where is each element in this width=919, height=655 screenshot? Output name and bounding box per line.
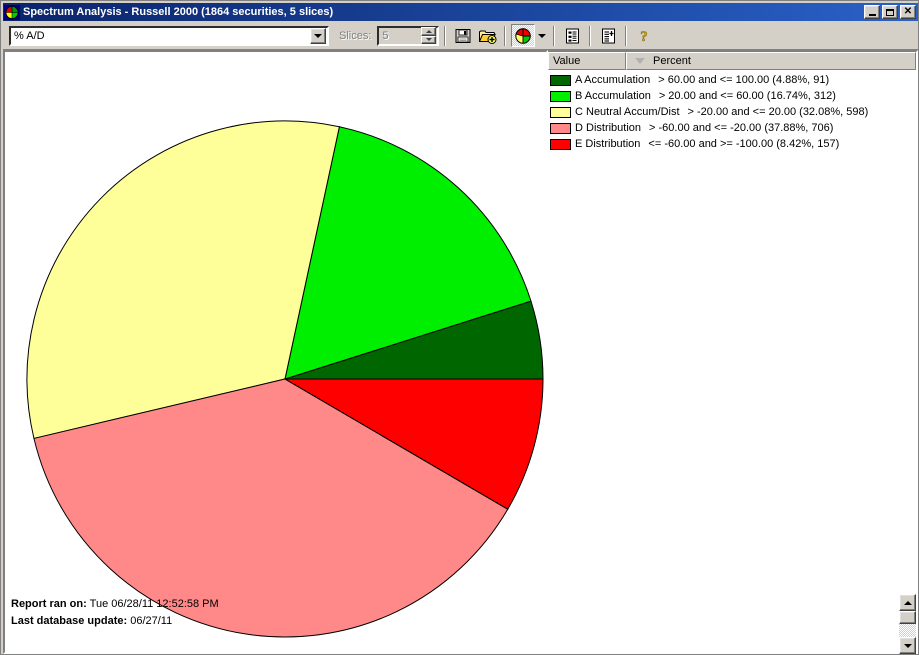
slices-label: Slices: <box>339 29 372 42</box>
legend-color-swatch <box>550 90 571 102</box>
last-update-label: Last database update: <box>11 615 128 627</box>
chevron-down-icon[interactable] <box>310 27 326 44</box>
slices-decrement-button[interactable] <box>421 35 437 44</box>
open-button[interactable] <box>475 24 499 47</box>
indicator-select[interactable]: % A/D <box>9 25 329 46</box>
legend-row-name: D Distribution <box>575 122 642 134</box>
maximize-icon <box>883 6 897 18</box>
svg-text:?: ? <box>641 29 649 45</box>
detail-report-button[interactable] <box>596 24 620 47</box>
legend-row[interactable]: C Neutral Accum/Dist > -20.00 and <= 20.0… <box>548 104 916 120</box>
legend-row-name: A Accumulation <box>575 74 651 86</box>
legend-row-name: E Distribution <box>575 138 641 150</box>
question-mark-icon: ? <box>640 28 649 45</box>
help-button[interactable]: ? <box>632 24 656 47</box>
legend-color-swatch <box>550 122 571 134</box>
legend-column-value-label: Value <box>553 55 581 67</box>
scrollbar-track[interactable] <box>899 624 916 637</box>
legend-row-range: > -20.00 and <= 20.00 (32.08%, 598) <box>687 106 869 118</box>
window-title: Spectrum Analysis - Russell 2000 (1864 s… <box>23 6 334 18</box>
content-area: Report ran on: Tue 06/28/11 12:52:58 PM … <box>3 50 918 654</box>
floppy-disk-icon <box>455 28 471 43</box>
legend-column-percent-label: Percent <box>653 55 691 67</box>
legend-row[interactable]: B Accumulation > 20.00 and <= 60.00 (16.7… <box>548 88 916 104</box>
chart-pane[interactable]: Report ran on: Tue 06/28/11 12:52:58 PM … <box>3 50 548 654</box>
report-ran-line: Report ran on: Tue 06/28/11 12:52:58 PM <box>11 596 219 613</box>
pie-chart-dropdown[interactable] <box>535 24 548 47</box>
minimize-icon <box>865 6 879 18</box>
legend-rows: A Accumulation > 60.00 and <= 100.00 (4.8… <box>548 70 916 152</box>
last-update-line: Last database update: 06/27/11 <box>11 613 219 630</box>
app-pie-chart-icon <box>4 4 20 20</box>
legend-row[interactable]: D Distribution > -60.00 and <= -20.00 (37… <box>548 120 916 136</box>
legend-color-swatch <box>550 138 571 150</box>
legend-row-name: C Neutral Accum/Dist <box>575 106 680 118</box>
legend-color-swatch <box>550 106 571 118</box>
toolbar-separator-4 <box>589 25 592 46</box>
save-button[interactable] <box>451 24 475 47</box>
pie-chart-icon <box>515 27 532 44</box>
chart-canvas <box>5 52 546 652</box>
indicator-select-value: % A/D <box>14 29 45 42</box>
toolbar-separator-5 <box>625 25 628 46</box>
legend-column-percent[interactable]: Percent <box>626 52 916 70</box>
legend-row-range: > 60.00 and <= 100.00 (4.88%, 91) <box>658 74 830 86</box>
spectrum-analysis-window: Spectrum Analysis - Russell 2000 (1864 s… <box>0 0 919 655</box>
report-ran-label: Report ran on: <box>11 598 87 610</box>
legend-pane: Value Percent A Accumulation > 60.00 and … <box>548 50 918 654</box>
toolbar-separator-2 <box>504 25 507 46</box>
toolbar: % A/D Slices: 5 ? <box>3 22 918 50</box>
scrollbar-thumb[interactable] <box>899 611 916 624</box>
slices-stepper[interactable]: 5 <box>377 25 440 46</box>
vertical-scrollbar[interactable] <box>899 594 916 654</box>
detail-report-icon <box>601 28 615 43</box>
close-button[interactable]: ✕ <box>900 5 916 19</box>
legend-row[interactable]: A Accumulation > 60.00 and <= 100.00 (4.8… <box>548 72 916 88</box>
minimize-button[interactable] <box>864 5 880 19</box>
sort-descending-icon <box>635 58 645 64</box>
scroll-up-button[interactable] <box>899 594 916 611</box>
slices-value: 5 <box>382 29 389 42</box>
window-controls: ✕ <box>864 5 916 19</box>
report-ran-value: Tue 06/28/11 12:52:58 PM <box>89 598 219 610</box>
report-footer: Report ran on: Tue 06/28/11 12:52:58 PM … <box>11 596 219 630</box>
legend-row-range: > -60.00 and <= -20.00 (37.88%, 706) <box>649 122 834 134</box>
slices-stepper-buttons[interactable] <box>421 27 437 44</box>
legend-header: Value Percent <box>548 52 916 70</box>
legend-row[interactable]: E Distribution <= -60.00 and >= -100.00 (… <box>548 136 916 152</box>
pie-chart <box>26 120 544 638</box>
scroll-down-button[interactable] <box>899 637 916 654</box>
list-view-button[interactable] <box>560 24 584 47</box>
list-report-icon <box>565 28 579 43</box>
pie-chart-view-button[interactable] <box>511 24 536 47</box>
close-icon: ✕ <box>903 6 913 17</box>
legend-column-value[interactable]: Value <box>548 52 626 70</box>
last-update-value: 06/27/11 <box>130 615 173 627</box>
toolbar-separator <box>444 25 447 46</box>
legend-row-range: > 20.00 and <= 60.00 (16.74%, 312) <box>658 90 836 102</box>
legend-color-swatch <box>550 74 571 86</box>
toolbar-separator-3 <box>553 25 556 46</box>
legend-row-name: B Accumulation <box>575 90 651 102</box>
title-bar: Spectrum Analysis - Russell 2000 (1864 s… <box>3 3 918 21</box>
maximize-button[interactable] <box>882 5 898 19</box>
legend-row-range: <= -60.00 and >= -100.00 (8.42%, 157) <box>648 138 840 150</box>
open-folder-add-icon <box>478 30 497 44</box>
slices-increment-button[interactable] <box>421 27 437 36</box>
